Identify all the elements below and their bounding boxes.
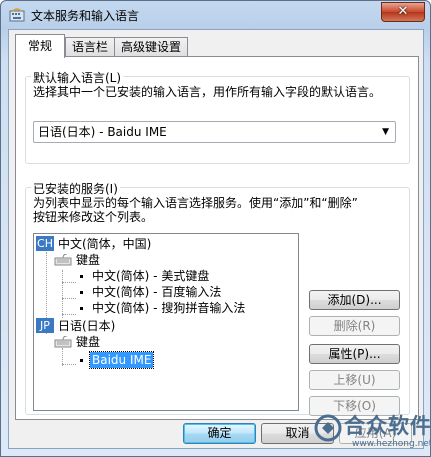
language-badge: JP bbox=[36, 318, 54, 333]
tree-item-label: 中文(简体，中国) bbox=[58, 237, 152, 251]
tab-language-bar[interactable]: 语言栏 bbox=[65, 37, 115, 57]
dialog-window: 文本服务和输入语言 ✕ 常规 语言栏 高级键设置 默认输入语言(L) 选择其中一… bbox=[0, 0, 431, 457]
title-bar[interactable]: 文本服务和输入语言 ✕ bbox=[1, 1, 430, 29]
tree-connector bbox=[62, 364, 76, 365]
tree-item-label: 键盘 bbox=[76, 253, 101, 267]
move-up-button[interactable]: 上移(U) bbox=[309, 370, 400, 390]
tab-panel-general: 默认输入语言(L) 选择其中一个已安装的输入语言，用作所有输入字段的默认语言。 … bbox=[15, 56, 419, 420]
remove-button[interactable]: 删除(R) bbox=[309, 316, 400, 336]
tree-connector bbox=[62, 298, 76, 299]
default-language-selected-value: 日语(日本) - Baidu IME bbox=[38, 125, 167, 139]
watermark-logo-icon bbox=[314, 414, 342, 442]
tab-general[interactable]: 常规 bbox=[15, 34, 65, 58]
tree-item-label: 键盘 bbox=[76, 335, 101, 349]
chevron-down-icon: ▼ bbox=[382, 127, 389, 137]
tree-item-label: Baidu IME bbox=[88, 351, 155, 369]
window-icon bbox=[9, 8, 25, 22]
bullet-icon bbox=[80, 275, 83, 278]
tree-item-label: 中文(简体) - 美式键盘 bbox=[92, 269, 210, 283]
tree-connector bbox=[62, 282, 76, 283]
keyboard-icon bbox=[54, 254, 72, 266]
tree-connector bbox=[62, 314, 76, 315]
bullet-icon bbox=[80, 307, 83, 310]
watermark: 合众软件园 www.hezhong.net bbox=[314, 410, 430, 454]
services-tree[interactable]: CH 中文(简体，中国) 键盘 中文(简体) - 美式键盘 中文(简体) - 百… bbox=[33, 233, 299, 411]
watermark-url: www.hezhong.net bbox=[352, 439, 431, 449]
installed-services-description-line2: 按钮来修改这个列表。 bbox=[33, 210, 154, 224]
default-language-select[interactable]: 日语(日本) - Baidu IME ▼ bbox=[33, 121, 396, 143]
window-title: 文本服务和输入语言 bbox=[31, 9, 140, 23]
add-button[interactable]: 添加(D)... bbox=[309, 290, 400, 310]
bullet-icon bbox=[80, 359, 83, 362]
keyboard-icon bbox=[54, 336, 72, 348]
ok-button[interactable]: 确定 bbox=[183, 423, 256, 444]
tree-item-label: 日语(日本) bbox=[58, 319, 116, 333]
tree-item-label: 中文(简体) - 搜狗拼音输入法 bbox=[92, 301, 246, 315]
dialog-client: 常规 语言栏 高级键设置 默认输入语言(L) 选择其中一个已安装的输入语言，用作… bbox=[8, 29, 424, 449]
tree-connector bbox=[62, 270, 63, 318]
properties-button[interactable]: 属性(P)... bbox=[309, 344, 400, 364]
watermark-text: 合众软件园 bbox=[344, 414, 431, 438]
close-icon[interactable]: ✕ bbox=[381, 2, 425, 22]
tree-item-label: 中文(简体) - 百度输入法 bbox=[92, 285, 222, 299]
language-badge: CH bbox=[36, 236, 54, 251]
bullet-icon bbox=[80, 291, 83, 294]
default-language-description: 选择其中一个已安装的输入语言，用作所有输入字段的默认语言。 bbox=[33, 85, 382, 99]
tab-advanced-key-settings[interactable]: 高级键设置 bbox=[114, 37, 188, 57]
